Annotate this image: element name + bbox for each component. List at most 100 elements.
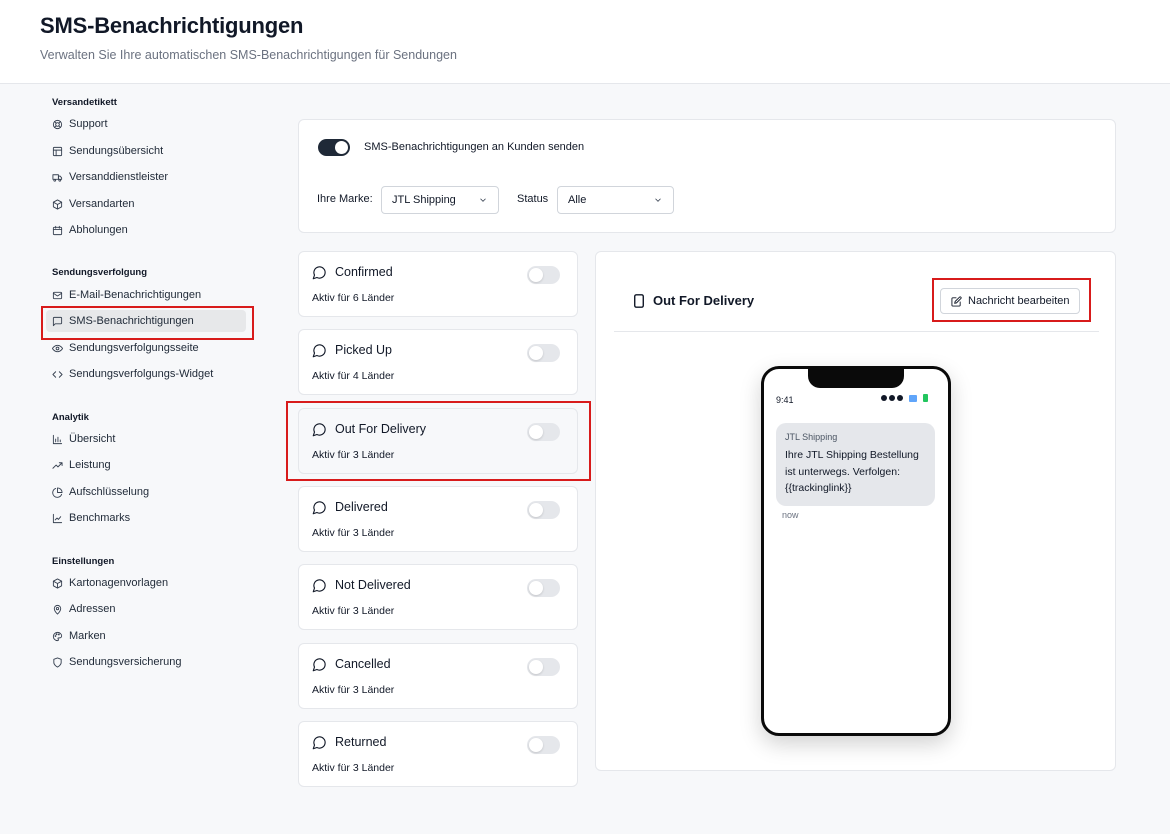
brand-select-value: JTL Shipping — [392, 194, 456, 206]
map-pin-icon — [52, 604, 63, 615]
notification-title: Confirmed — [335, 265, 393, 279]
brand-select[interactable]: JTL Shipping — [381, 186, 499, 214]
sidebar-item-label: SMS-Benachrichtigungen — [69, 315, 194, 327]
sidebar-item-tracking-page[interactable]: Sendungsverfolgungsseite — [46, 337, 246, 359]
sidebar-section-versandetikett: Versandetikett — [52, 97, 117, 108]
notification-toggle[interactable] — [527, 658, 560, 676]
sidebar-item-label: Marken — [69, 630, 106, 642]
notification-subtitle: Aktiv für 4 Länder — [312, 370, 395, 382]
notification-toggle[interactable] — [527, 501, 560, 519]
sidebar-item-label: Sendungsverfolgungsseite — [69, 342, 199, 354]
page-subtitle: Verwalten Sie Ihre automatischen SMS-Ben… — [40, 48, 457, 62]
notification-card-out-for-delivery[interactable]: Out For Delivery Aktiv für 3 Länder — [298, 408, 578, 474]
signal-icon — [881, 395, 887, 401]
sms-enabled-label: SMS-Benachrichtigungen an Kunden senden — [364, 141, 585, 153]
sidebar-item-benchmarks[interactable]: Benchmarks — [46, 507, 246, 529]
notification-card-returned[interactable]: Returned Aktiv für 3 Länder — [298, 721, 578, 787]
signal-icon — [897, 395, 903, 401]
message-icon — [52, 316, 63, 327]
sidebar-section-analytik: Analytik — [52, 412, 89, 423]
sms-sender: JTL Shipping — [785, 432, 838, 442]
sidebar-item-uebersicht[interactable]: Übersicht — [46, 428, 246, 450]
status-select-value: Alle — [568, 194, 587, 206]
edit-message-button[interactable]: Nachricht bearbeiten — [940, 288, 1080, 314]
message-circle-icon — [312, 343, 327, 358]
status-label: Status — [517, 193, 549, 205]
toggle-knob — [529, 581, 543, 595]
toggle-knob — [335, 141, 348, 154]
phone-mockup: 9:41 JTL Shipping Ihre JTL Shipping Best… — [761, 366, 951, 736]
sidebar-item-sms[interactable]: SMS-Benachrichtigungen — [46, 310, 246, 332]
sidebar-item-kartonagenvorlagen[interactable]: Kartonagenvorlagen — [46, 572, 246, 594]
sidebar-item-versandarten[interactable]: Versandarten — [46, 193, 246, 215]
brand-label: Ihre Marke: — [317, 193, 373, 205]
sidebar-item-label: Versanddienstleister — [69, 171, 169, 183]
line-chart-icon — [52, 513, 63, 524]
sidebar-item-leistung[interactable]: Leistung — [46, 454, 246, 476]
sms-text: Ihre JTL Shipping Bestellung ist unterwe… — [785, 449, 919, 494]
toggle-knob — [529, 503, 543, 517]
bar-chart-icon — [52, 434, 63, 445]
notification-subtitle: Aktiv für 3 Länder — [312, 762, 395, 774]
phone-notch — [808, 368, 904, 388]
sidebar-item-tracking-widget[interactable]: Sendungsverfolgungs-Widget — [46, 363, 246, 385]
notification-toggle[interactable] — [527, 266, 560, 284]
message-circle-icon — [312, 500, 327, 515]
notification-subtitle: Aktiv für 3 Länder — [312, 527, 395, 539]
notification-title: Cancelled — [335, 657, 391, 671]
sidebar-item-label: Übersicht — [69, 433, 116, 445]
status-select[interactable]: Alle — [557, 186, 674, 214]
notification-card-picked-up[interactable]: Picked Up Aktiv für 4 Länder — [298, 329, 578, 395]
notification-title: Picked Up — [335, 343, 392, 357]
notification-toggle[interactable] — [527, 344, 560, 362]
sidebar-item-label: Aufschlüsselung — [69, 486, 150, 498]
notification-card-not-delivered[interactable]: Not Delivered Aktiv für 3 Länder — [298, 564, 578, 630]
sidebar-item-marken[interactable]: Marken — [46, 625, 246, 647]
sidebar-item-label: Kartonagenvorlagen — [69, 577, 169, 589]
truck-icon — [52, 172, 63, 183]
notification-card-confirmed[interactable]: Confirmed Aktiv für 6 Länder — [298, 251, 578, 317]
sms-enabled-toggle[interactable] — [318, 139, 350, 156]
edit-icon — [951, 296, 962, 307]
notification-title: Delivered — [335, 500, 388, 514]
divider — [614, 331, 1099, 332]
notification-subtitle: Aktiv für 6 Länder — [312, 292, 395, 304]
sidebar-item-sendungsversicherung[interactable]: Sendungsversicherung — [46, 651, 246, 673]
notification-title: Returned — [335, 735, 387, 749]
notification-toggle[interactable] — [527, 579, 560, 597]
sidebar-item-sendungsuebersicht[interactable]: Sendungsübersicht — [46, 140, 246, 162]
sidebar-item-label: Support — [69, 118, 108, 130]
sidebar-item-support[interactable]: Support — [46, 113, 246, 135]
toggle-knob — [529, 268, 543, 282]
wifi-icon — [909, 394, 917, 402]
sidebar-item-versanddienstleister[interactable]: Versanddienstleister — [46, 166, 246, 188]
sidebar-item-abholungen[interactable]: Abholungen — [46, 219, 246, 241]
package-icon — [52, 198, 63, 210]
message-circle-icon — [312, 578, 327, 593]
settings-card: SMS-Benachrichtigungen an Kunden senden … — [298, 119, 1116, 233]
message-circle-icon — [312, 265, 327, 280]
sidebar-item-label: Leistung — [69, 459, 111, 471]
shield-icon — [52, 656, 63, 668]
sidebar-item-label: Sendungsverfolgungs-Widget — [69, 368, 214, 380]
sidebar-section-einstellungen: Einstellungen — [52, 556, 115, 567]
box-icon — [52, 577, 63, 589]
chevron-down-icon — [653, 195, 663, 205]
sidebar-item-label: Adressen — [69, 603, 116, 615]
sidebar-item-aufschluesselung[interactable]: Aufschlüsselung — [46, 481, 246, 503]
edit-message-label: Nachricht bearbeiten — [968, 295, 1070, 307]
page-header: SMS-Benachrichtigungen Verwalten Sie Ihr… — [0, 0, 1170, 84]
notification-toggle[interactable] — [527, 423, 560, 441]
notification-card-cancelled[interactable]: Cancelled Aktiv für 3 Länder — [298, 643, 578, 709]
sidebar-item-adressen[interactable]: Adressen — [46, 598, 246, 620]
notification-card-delivered[interactable]: Delivered Aktiv für 3 Länder — [298, 486, 578, 552]
phone-status-bar — [881, 394, 928, 402]
notification-subtitle: Aktiv für 3 Länder — [312, 605, 395, 617]
message-circle-icon — [312, 735, 327, 750]
sidebar-item-email[interactable]: E-Mail-Benachrichtigungen — [46, 284, 246, 306]
notification-toggle[interactable] — [527, 736, 560, 754]
toggle-knob — [529, 425, 543, 439]
phone-time: 9:41 — [776, 395, 794, 405]
sidebar-item-label: Sendungsversicherung — [69, 656, 182, 668]
sidebar-item-label: E-Mail-Benachrichtigungen — [69, 289, 202, 301]
